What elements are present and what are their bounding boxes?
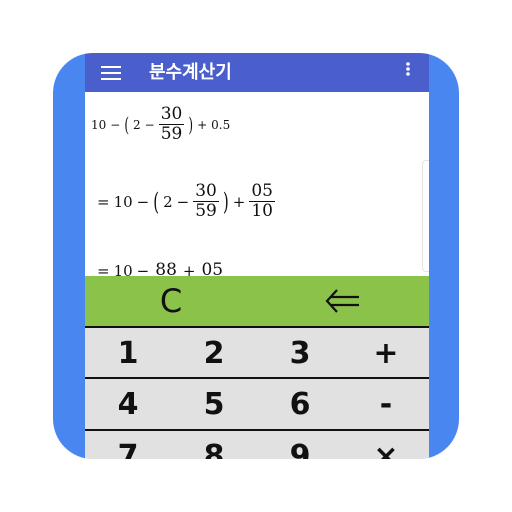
operand: 10 [113, 192, 133, 211]
operand: 10 [113, 262, 133, 276]
operator: − [176, 192, 190, 211]
key-multiply[interactable]: × [343, 431, 429, 460]
function-key-row: C [85, 276, 429, 326]
expression-step-line: = 10 − 88 + 05 [95, 261, 227, 276]
keypad-row: 7 8 9 × [85, 429, 429, 459]
fraction: 30 59 [193, 181, 219, 221]
numerator: 05 [249, 181, 275, 202]
more-vertical-icon[interactable] [403, 58, 413, 80]
key-8[interactable]: 8 [171, 431, 257, 460]
operand: 10 [91, 117, 107, 132]
key-4[interactable]: 4 [85, 379, 171, 429]
operator: − [144, 117, 155, 132]
expression-step-line: = 10 − ( 2 − 30 59 ) + 05 10 [95, 181, 277, 221]
key-minus[interactable]: - [343, 379, 429, 429]
expression-input-line: 10 − ( 2 − 30 59 ) + 0.5 [89, 104, 232, 144]
key-6[interactable]: 6 [257, 379, 343, 429]
operand: 0.5 [211, 117, 231, 132]
operator: − [136, 262, 150, 276]
operator: + [197, 117, 208, 132]
numerator: 88 [153, 261, 179, 276]
expression-display: 10 − ( 2 − 30 59 ) + 0.5 = 10 − ( 2 − 30… [85, 92, 429, 276]
denominator: 10 [251, 200, 273, 221]
number-keypad: 1 2 3 + 4 5 6 - 7 8 9 × [85, 326, 429, 459]
fraction: 88 [153, 261, 179, 276]
key-9[interactable]: 9 [257, 431, 343, 460]
backspace-arrow-icon [325, 289, 359, 313]
close-paren: ) [222, 187, 229, 217]
app-icon: 분수계산기 10 − ( 2 − 30 59) + 0.5 = 10 − (… [53, 53, 459, 459]
scroll-indicator [422, 160, 429, 272]
key-1[interactable]: 1 [85, 328, 171, 378]
app-toolbar: 분수계산기 [85, 53, 429, 92]
numerator: 05 [199, 261, 225, 276]
operator: + [232, 192, 246, 211]
hamburger-menu-icon[interactable] [85, 53, 137, 92]
open-paren: ( [153, 187, 160, 217]
numerator: 30 [158, 104, 185, 125]
operand: 2 [163, 192, 173, 211]
operator: + [182, 262, 196, 276]
clear-button[interactable]: C [85, 276, 257, 326]
key-2[interactable]: 2 [171, 328, 257, 378]
backspace-button[interactable] [257, 276, 429, 326]
fraction: 30 59 [158, 104, 185, 144]
fraction: 05 10 [249, 181, 275, 221]
keypad-row: 4 5 6 - [85, 377, 429, 429]
denominator: 59 [160, 123, 183, 144]
app-title: 분수계산기 [149, 61, 232, 83]
operator: − [136, 192, 150, 211]
keypad-row: 1 2 3 + [85, 326, 429, 378]
close-paren: ) [188, 113, 194, 136]
open-paren: ( [124, 113, 130, 136]
equals-sign: = [97, 192, 110, 211]
fraction: 05 [199, 261, 225, 276]
operand: 2 [133, 117, 141, 132]
key-3[interactable]: 3 [257, 328, 343, 378]
calculator-screen: 분수계산기 10 − ( 2 − 30 59) + 0.5 = 10 − (… [85, 53, 429, 459]
operator: − [110, 117, 121, 132]
key-plus[interactable]: + [343, 328, 429, 378]
numerator: 30 [193, 181, 219, 202]
equals-sign: = [97, 262, 110, 276]
key-5[interactable]: 5 [171, 379, 257, 429]
denominator: 59 [195, 200, 217, 221]
key-7[interactable]: 7 [85, 431, 171, 460]
